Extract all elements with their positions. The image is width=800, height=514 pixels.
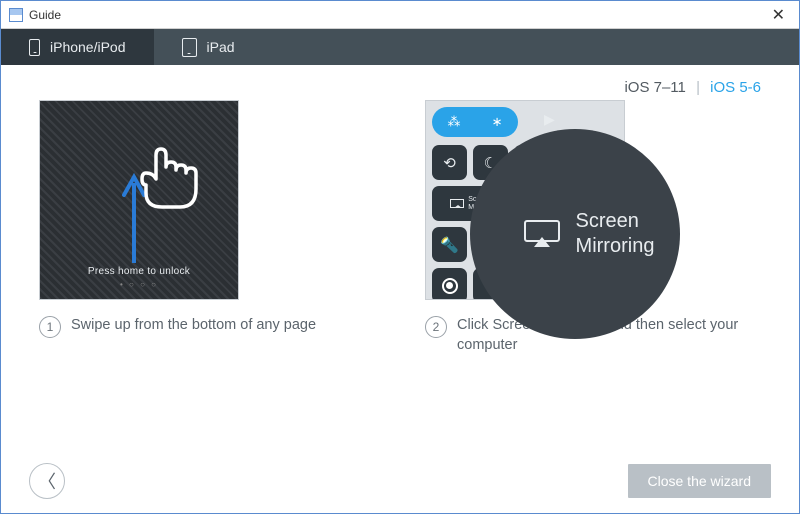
step-number-badge: 1 [39, 316, 61, 338]
airplay-icon [450, 199, 464, 208]
step-1-caption: 1 Swipe up from the bottom of any page [39, 316, 375, 338]
play-icon: ▶ [544, 111, 555, 128]
step-1: Press home to unlock • ○ ○ ○ 1 Swipe up … [39, 100, 375, 355]
phone-icon [29, 39, 40, 56]
app-icon [9, 8, 23, 22]
tab-ipad[interactable]: iPad [154, 29, 263, 65]
step-number-badge: 2 [425, 316, 447, 338]
flashlight-icon: 🔦 [432, 227, 467, 262]
close-wizard-button[interactable]: Close the wizard [628, 464, 772, 498]
window-title: Guide [29, 8, 61, 22]
screen-record-icon [432, 268, 467, 299]
step-2: ⁂ ∗ ▶ ⟲ ☾ ScreenMirroring ☀ [425, 100, 761, 355]
screen-mirroring-callout: ScreenMirroring [470, 129, 680, 339]
ios-version-current[interactable]: iOS 7–11 [624, 79, 685, 96]
hand-pointer-icon [128, 145, 208, 215]
footer: 〈 Close the wizard [1, 463, 799, 499]
back-button[interactable]: 〈 [29, 463, 65, 499]
guide-window: Guide ✕ iPhone/iPod iPad iOS 7–11 | iOS … [0, 0, 800, 514]
body: iOS 7–11 | iOS 5-6 [1, 65, 799, 513]
tab-label: iPhone/iPod [50, 39, 126, 55]
steps-row: Press home to unlock • ○ ○ ○ 1 Swipe up … [39, 100, 761, 355]
step-1-image: Press home to unlock • ○ ○ ○ [39, 100, 239, 300]
callout-text: ScreenMirroring [576, 209, 655, 259]
titlebar: Guide ✕ [1, 1, 799, 29]
chevron-left-icon: 〈 [38, 468, 56, 494]
page-dots: • ○ ○ ○ [40, 280, 238, 289]
connectivity-pill: ⁂ ∗ [432, 107, 518, 137]
ios-version-alt[interactable]: iOS 5-6 [710, 79, 761, 96]
window-close-button[interactable]: ✕ [766, 5, 791, 25]
tab-iphone-ipod[interactable]: iPhone/iPod [1, 29, 154, 65]
tablet-icon [182, 38, 197, 57]
lockscreen-text: Press home to unlock [40, 266, 238, 277]
bluetooth-icon: ∗ [492, 114, 503, 130]
rotation-lock-icon: ⟲ [432, 145, 467, 180]
step-2-image: ⁂ ∗ ▶ ⟲ ☾ ScreenMirroring ☀ [425, 100, 625, 300]
airplay-icon [522, 219, 562, 249]
ios-version-selector: iOS 7–11 | iOS 5-6 [39, 79, 761, 96]
wifi-icon: ⁂ [448, 114, 461, 130]
device-tabs: iPhone/iPod iPad [1, 29, 799, 65]
divider: | [696, 79, 700, 96]
tab-label: iPad [207, 39, 235, 55]
step-caption-text: Swipe up from the bottom of any page [71, 316, 316, 336]
